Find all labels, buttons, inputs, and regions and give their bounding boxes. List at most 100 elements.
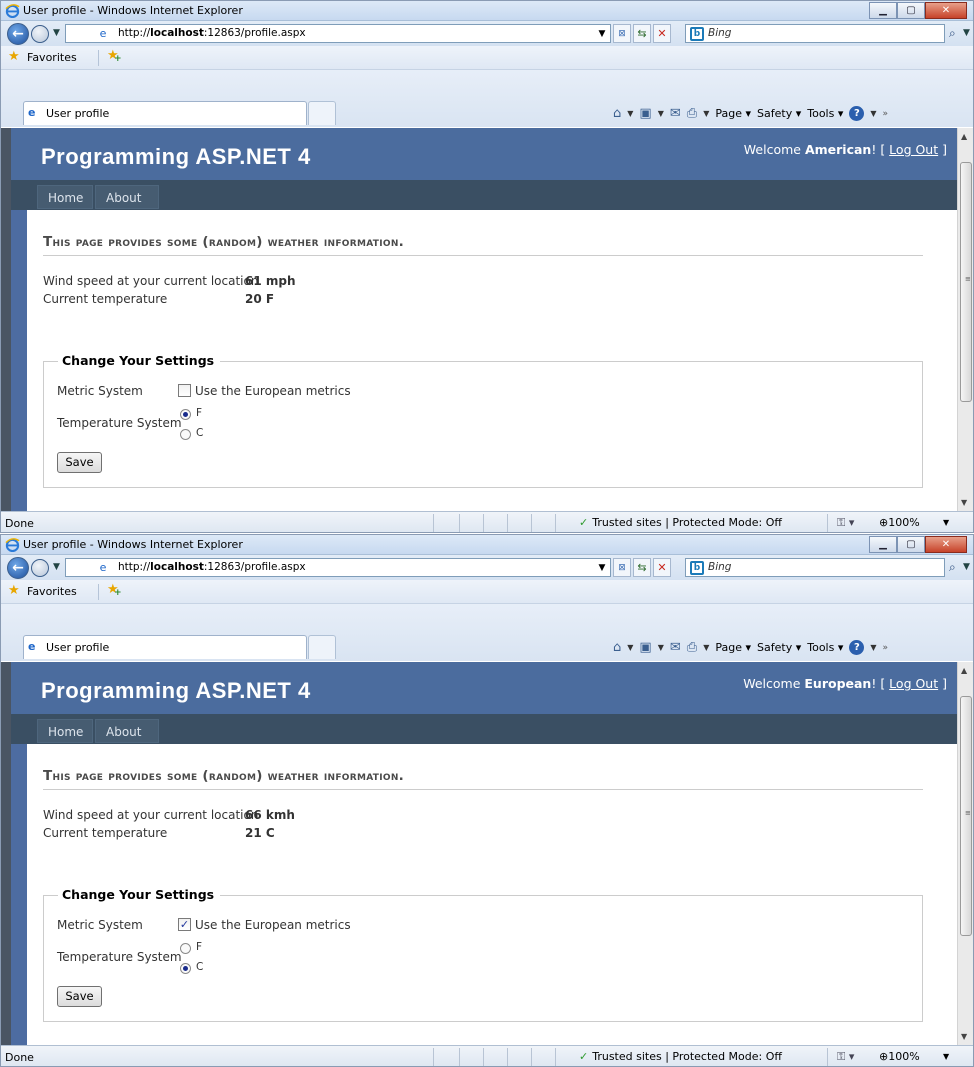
fahrenheit-radio[interactable] — [180, 943, 191, 954]
more-commands-icon[interactable]: » — [883, 643, 889, 653]
fahrenheit-radio[interactable] — [180, 409, 191, 420]
help-dropdown-icon[interactable]: ▼ — [870, 643, 876, 652]
refresh-button[interactable]: ⇆ — [633, 558, 651, 577]
safety-menu[interactable]: Safety ▾ — [757, 107, 801, 120]
search-options-dropdown-icon[interactable]: ▼ — [963, 28, 970, 38]
logout-link[interactable]: Log Out — [889, 142, 938, 157]
favorites-button[interactable]: Favorites — [27, 51, 77, 64]
home-icon[interactable]: ⌂ — [613, 640, 621, 655]
safety-menu[interactable]: Safety ▾ — [757, 641, 801, 654]
scroll-down-icon[interactable]: ▼ — [961, 1032, 967, 1041]
scroll-thumb[interactable]: ≡ — [960, 162, 972, 402]
scroll-up-icon[interactable]: ▲ — [961, 666, 967, 675]
security-zone[interactable]: ✓ Trusted sites | Protected Mode: Off — [579, 1050, 782, 1063]
fahrenheit-label[interactable]: F — [196, 941, 202, 953]
european-metrics-label[interactable]: Use the European metrics — [195, 918, 351, 932]
address-dropdown-icon[interactable]: ▼ — [593, 558, 611, 577]
search-input[interactable]: b Bing — [685, 24, 945, 43]
security-zone[interactable]: ✓ Trusted sites | Protected Mode: Off — [579, 516, 782, 529]
menu-item-about[interactable]: About — [95, 719, 159, 743]
new-tab-button[interactable] — [308, 101, 336, 125]
search-options-dropdown-icon[interactable]: ▼ — [963, 562, 970, 572]
feeds-icon[interactable]: ▣ — [639, 106, 651, 121]
feeds-dropdown-icon[interactable]: ▼ — [658, 643, 664, 652]
zoom-dropdown-icon[interactable]: ▼ — [943, 518, 949, 527]
favorites-star-icon[interactable]: ★ — [8, 583, 20, 598]
european-metrics-checkbox[interactable]: ✓ — [178, 918, 191, 931]
stop-button[interactable]: ✕ — [653, 24, 671, 43]
home-dropdown-icon[interactable]: ▼ — [627, 109, 633, 118]
search-icon[interactable]: ⌕ — [949, 560, 956, 575]
search-icon[interactable]: ⌕ — [949, 26, 956, 41]
stop-button[interactable]: ✕ — [653, 558, 671, 577]
back-button[interactable]: ← — [7, 23, 29, 45]
tab-user-profile[interactable]: e User profile — [23, 635, 307, 659]
maximize-button[interactable]: ▢ — [897, 2, 925, 19]
close-window-button[interactable]: ✕ — [925, 536, 967, 553]
scroll-up-icon[interactable]: ▲ — [961, 132, 967, 141]
url-field[interactable]: e http://localhost:12863/profile.aspx — [65, 558, 611, 577]
compatibility-view-button[interactable]: ⊠ — [613, 558, 631, 577]
feeds-icon[interactable]: ▣ — [639, 640, 651, 655]
menu-item-about[interactable]: About — [95, 185, 159, 209]
scroll-down-icon[interactable]: ▼ — [961, 498, 967, 507]
celsius-label[interactable]: C — [196, 961, 203, 973]
scroll-thumb[interactable]: ≡ — [960, 696, 972, 936]
european-metrics-checkbox[interactable] — [178, 384, 191, 397]
more-commands-icon[interactable]: » — [883, 109, 889, 119]
add-to-favorites-bar-icon[interactable]: ★ + — [107, 582, 122, 598]
read-mail-icon[interactable]: ✉ — [670, 640, 681, 655]
minimize-button[interactable]: ▁ — [869, 536, 897, 553]
tools-menu[interactable]: Tools ▾ — [807, 641, 843, 654]
save-button[interactable]: Save — [57, 986, 102, 1007]
print-dropdown-icon[interactable]: ▼ — [703, 109, 709, 118]
save-button[interactable]: Save — [57, 452, 102, 473]
print-icon[interactable]: ⎙ — [687, 640, 697, 655]
help-dropdown-icon[interactable]: ▼ — [870, 109, 876, 118]
favorites-button[interactable]: Favorites — [27, 585, 77, 598]
home-icon[interactable]: ⌂ — [613, 106, 621, 121]
favorites-star-icon[interactable]: ★ — [8, 49, 20, 64]
celsius-label[interactable]: C — [196, 427, 203, 439]
home-dropdown-icon[interactable]: ▼ — [627, 643, 633, 652]
help-icon[interactable]: ? — [849, 106, 865, 121]
minimize-button[interactable]: ▁ — [869, 2, 897, 19]
back-button[interactable]: ← — [7, 557, 29, 579]
zoom-level[interactable]: ⊕100% — [879, 1050, 920, 1063]
search-input[interactable]: b Bing — [685, 558, 945, 577]
celsius-radio[interactable] — [180, 429, 191, 440]
add-to-favorites-bar-icon[interactable]: ★ + — [107, 48, 122, 64]
logout-link[interactable]: Log Out — [889, 676, 938, 691]
celsius-radio[interactable] — [180, 963, 191, 974]
address-dropdown-icon[interactable]: ▼ — [593, 24, 611, 43]
protected-mode-icon[interactable]: ⚿ ▾ — [837, 1050, 854, 1064]
recent-pages-dropdown-icon[interactable]: ▼ — [53, 28, 60, 38]
protected-mode-icon[interactable]: ⚿ ▾ — [837, 516, 854, 530]
page-menu[interactable]: Page ▾ — [715, 107, 751, 120]
help-icon[interactable]: ? — [849, 640, 865, 655]
forward-button[interactable] — [31, 25, 49, 43]
new-tab-button[interactable] — [308, 635, 336, 659]
forward-button[interactable] — [31, 559, 49, 577]
recent-pages-dropdown-icon[interactable]: ▼ — [53, 562, 60, 572]
url-field[interactable]: e http://localhost:12863/profile.aspx — [65, 24, 611, 43]
refresh-button[interactable]: ⇆ — [633, 24, 651, 43]
menu-item-home[interactable]: Home — [37, 185, 93, 209]
compatibility-view-button[interactable]: ⊠ — [613, 24, 631, 43]
vertical-scrollbar[interactable]: ▲ ≡ ▼ — [957, 128, 973, 511]
menu-item-home[interactable]: Home — [37, 719, 93, 743]
european-metrics-label[interactable]: Use the European metrics — [195, 384, 351, 398]
vertical-scrollbar[interactable]: ▲ ≡ ▼ — [957, 662, 973, 1045]
tab-user-profile[interactable]: e User profile — [23, 101, 307, 125]
maximize-button[interactable]: ▢ — [897, 536, 925, 553]
print-icon[interactable]: ⎙ — [687, 106, 697, 121]
feeds-dropdown-icon[interactable]: ▼ — [658, 109, 664, 118]
close-window-button[interactable]: ✕ — [925, 2, 967, 19]
read-mail-icon[interactable]: ✉ — [670, 106, 681, 121]
fahrenheit-label[interactable]: F — [196, 407, 202, 419]
tools-menu[interactable]: Tools ▾ — [807, 107, 843, 120]
zoom-level[interactable]: ⊕100% — [879, 516, 920, 529]
print-dropdown-icon[interactable]: ▼ — [703, 643, 709, 652]
zoom-dropdown-icon[interactable]: ▼ — [943, 1052, 949, 1061]
page-menu[interactable]: Page ▾ — [715, 641, 751, 654]
